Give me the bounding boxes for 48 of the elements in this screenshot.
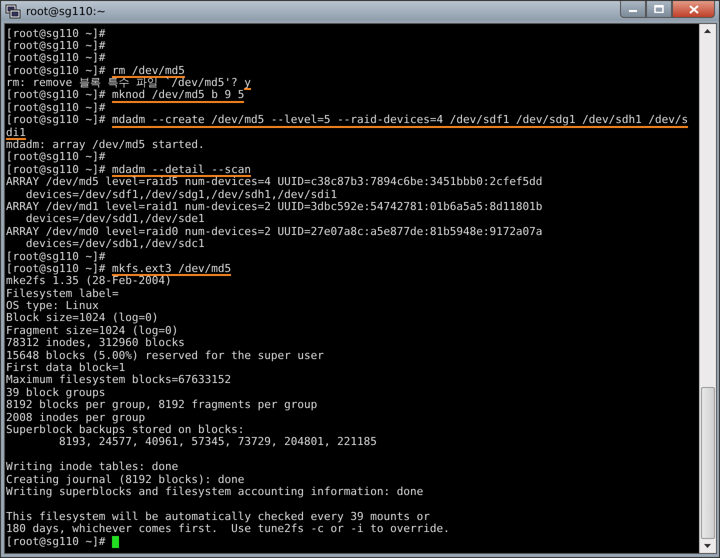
terminal-line: [root@sg110 ~]# xyxy=(6,28,106,40)
terminal-line: [root@sg110 ~]# xyxy=(6,151,106,164)
terminal-line: [root@sg110 ~]# xyxy=(6,52,106,66)
terminal-line: This filesystem will be automatically checked every 39 mounts or xyxy=(6,510,430,524)
computer-icon xyxy=(5,3,21,19)
terminal-line: [root@sg110 ~]# xyxy=(6,40,106,52)
terminal-line: mke2fs 1.35 (28-Feb-2004) xyxy=(6,275,172,288)
terminal-line: OS type: Linux xyxy=(6,300,99,312)
minimize-button[interactable] xyxy=(620,1,646,18)
terminal-line: [root@sg110 ~]# xyxy=(6,536,106,549)
terminal-line: di1 xyxy=(6,126,26,140)
terminal-line: 78312 inodes, 312960 blocks xyxy=(6,337,185,350)
terminal-line: [root@sg110 ~]# mdadm --create /dev/md5 --level=5 --raid-devices=4 /dev/sdf1 /dev/sdg1 /dev/sdh1 /dev/s xyxy=(6,114,688,128)
terminal-line: 2008 inodes per group xyxy=(6,412,146,424)
terminal-line: First data block=1 xyxy=(6,362,126,374)
terminal-line: [root@sg110 ~]# rm /dev/md5 xyxy=(6,64,185,78)
terminal-line: ARRAY /dev/md0 level=raid0 num-devices=2 UUID=27e07a8c:a5e877de:81b5948e:9172a07a xyxy=(6,226,542,238)
terminal-line: Superblock backups stored on blocks: xyxy=(6,424,244,436)
terminal-line: [root@sg110 ~]# xyxy=(6,250,106,264)
terminal-line: 15648 blocks (5.00%) reserved for the super user xyxy=(6,350,324,362)
maximize-icon xyxy=(654,5,664,13)
terminal-line: Writing superblocks and filesystem accounting information: done xyxy=(6,486,424,500)
terminal-line: Creating journal (8192 blocks): done xyxy=(6,474,244,486)
terminal-line: ARRAY /dev/md5 level=raid5 num-devices=4 UUID=c38c87b3:7894c6be:3451bbb0:2cfef5dd xyxy=(6,176,542,190)
terminal-line: mdadm: array /dev/md5 started. xyxy=(6,139,205,152)
terminal-line: [root@sg110 ~]# mkfs.ext3 /dev/md5 xyxy=(6,262,232,276)
terminal-line: devices=/dev/sdb1,/dev/sdc1 xyxy=(24,238,205,252)
terminal-line: Maximum filesystem blocks=67633152 xyxy=(6,374,232,388)
terminal-line: 8192 blocks per group, 8192 fragments per group xyxy=(6,399,318,412)
close-button[interactable] xyxy=(672,1,715,18)
terminal-line: 180 days, whichever comes first. Use tune2fs -c or -i to override. xyxy=(6,523,450,536)
terminal-line: [root@sg110 ~]# mknod /dev/md5 b 9 5 xyxy=(6,89,244,103)
terminal-line: [root@sg110 ~]# mdadm --detail --scan xyxy=(6,164,252,178)
terminal-line: rm: remove 블록 특수 파일 `/dev/md5'? y xyxy=(6,77,251,90)
terminal-line: [root@sg110 ~]# xyxy=(6,102,106,114)
terminal-line: 8193, 24577, 40961, 57345, 73729, 204801, 221185 xyxy=(58,436,377,450)
terminal-line: Filesystem label= xyxy=(6,288,119,300)
terminal-line: 39 block groups xyxy=(6,386,106,400)
terminal-line: Fragment size=1024 (log=0) xyxy=(6,324,178,338)
close-icon xyxy=(688,4,698,14)
maximize-button[interactable] xyxy=(646,1,672,18)
terminal-line: devices=/dev/sdf1,/dev/sdg1,/dev/sdh1,/dev/sdi1 xyxy=(24,188,338,202)
scroll-thumb[interactable] xyxy=(701,387,715,539)
terminal-line: devices=/dev/sdd1,/dev/sde1 xyxy=(24,213,205,226)
terminal-line: Block size=1024 (log=0) xyxy=(6,312,158,326)
terminal-line: Writing inode tables: done xyxy=(6,461,178,474)
terminal-line: ARRAY /dev/md1 level=raid1 num-devices=2 UUID=3dbc592e:54742781:01b6a5a5:8d11801b xyxy=(6,200,542,214)
window-title: root@sg110:~ xyxy=(26,4,107,18)
